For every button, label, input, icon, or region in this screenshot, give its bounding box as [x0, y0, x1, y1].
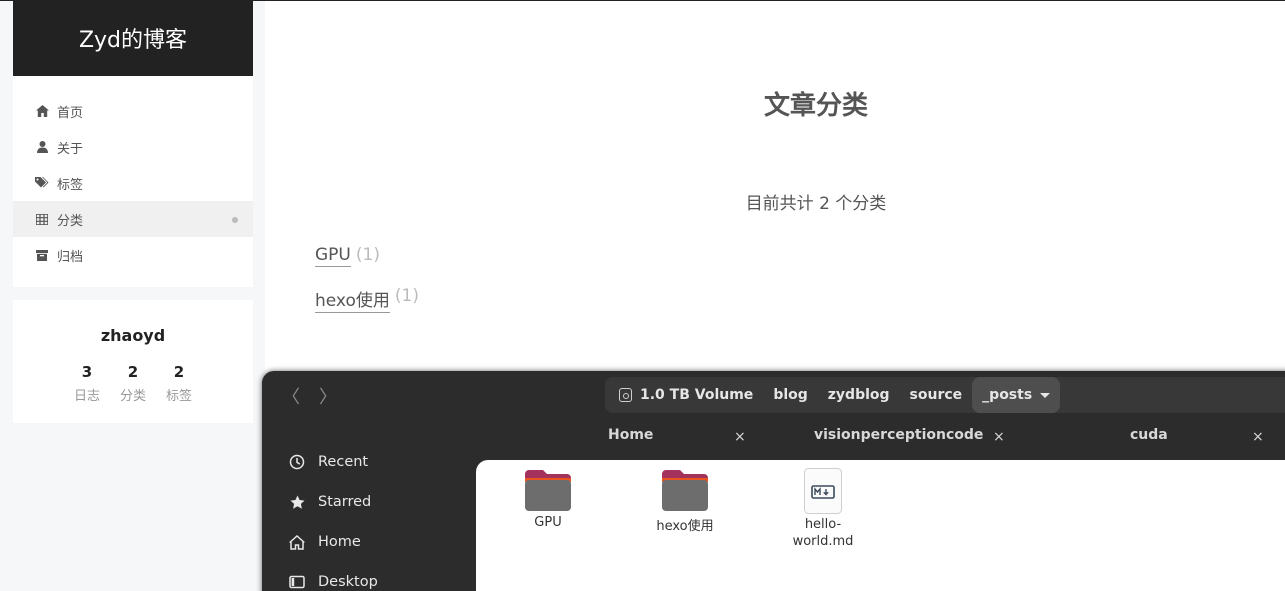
path-crumb-zydblog[interactable]: zydblog — [818, 377, 900, 413]
file-name: GPU — [534, 515, 562, 530]
stat-count: 3 — [81, 363, 93, 381]
user-icon — [35, 140, 49, 154]
menu-item-archives[interactable]: 归档 — [13, 237, 253, 273]
menu-label: 标签 — [57, 177, 84, 193]
category-link[interactable]: hexo使用 — [315, 286, 390, 313]
file-name: hello- world.md — [792, 517, 854, 549]
sidebar-item-home[interactable]: Home — [288, 531, 361, 553]
menu-label: 分类 — [57, 213, 84, 229]
crumb-label: 1.0 TB Volume — [640, 387, 754, 403]
menu-item-home[interactable]: 首页 — [13, 93, 253, 129]
stat-tags[interactable]: 2 标签 — [156, 363, 202, 404]
folder-icon — [661, 468, 709, 512]
path-crumb-blog[interactable]: blog — [763, 377, 817, 413]
close-icon[interactable]: × — [1252, 429, 1264, 445]
site-title[interactable]: Zyd的博客 — [13, 0, 253, 76]
markdown-file-icon — [804, 468, 842, 514]
sidebar-item-recent[interactable]: Recent — [288, 451, 368, 473]
back-button[interactable]: 〈 — [278, 383, 304, 409]
file-manager-window: 〈 〉 1.0 TB Volume blog zydblog source _p… — [262, 371, 1285, 591]
category-count: 目前共计 2 个分类 — [745, 194, 887, 214]
folder-icon — [524, 468, 572, 512]
category-link[interactable]: GPU — [315, 245, 351, 267]
category-count-badge: (1) — [394, 286, 419, 306]
menu-item-about[interactable]: 关于 — [13, 129, 253, 165]
forward-button[interactable]: 〉 — [315, 383, 341, 409]
category-list: GPU (1) hexo使用 (1) — [315, 245, 419, 327]
tab-home[interactable]: Home — [608, 427, 653, 451]
file-name: hexo使用 — [656, 519, 714, 534]
home-icon — [35, 104, 49, 118]
active-indicator — [232, 217, 238, 223]
tab-visionperceptioncode[interactable]: visionperceptioncode — [814, 427, 983, 451]
category-item: GPU (1) — [315, 245, 419, 286]
chevron-down-icon — [1040, 392, 1051, 398]
author-name: zhaoyd — [100, 326, 166, 345]
menu-item-categories[interactable]: 分类 — [13, 201, 253, 237]
path-bar: 1.0 TB Volume blog zydblog source _posts — [605, 377, 1285, 413]
tags-icon — [35, 176, 49, 190]
menu-label: 关于 — [57, 141, 84, 157]
sidebar-label: Desktop — [318, 574, 378, 590]
stat-count: 2 — [173, 363, 185, 381]
th-icon — [35, 212, 49, 226]
path-crumb-volume[interactable]: 1.0 TB Volume — [617, 377, 763, 413]
stat-posts[interactable]: 3 日志 — [64, 363, 110, 404]
file-item[interactable]: hello- world.md — [773, 468, 873, 550]
sidebar-label: Starred — [318, 494, 372, 510]
site-menu: 首页 关于 标签 分类 归档 — [13, 76, 253, 287]
stat-label: 标签 — [165, 389, 192, 404]
menu-item-tags[interactable]: 标签 — [13, 165, 253, 201]
stat-label: 分类 — [119, 389, 146, 404]
category-count-badge: (1) — [355, 245, 380, 265]
archive-icon — [35, 248, 49, 262]
stat-categories[interactable]: 2 分类 — [110, 363, 156, 404]
folder-item[interactable]: GPU — [498, 468, 598, 531]
drive-icon — [619, 388, 632, 402]
menu-label: 首页 — [57, 105, 84, 121]
author-panel: zhaoyd 3 日志 2 分类 2 标签 — [13, 300, 253, 423]
sidebar-label: Home — [318, 534, 361, 550]
page-title: 文章分类 — [763, 91, 868, 121]
file-view: GPU hexo使用 hello- world.md — [476, 460, 1285, 591]
close-icon[interactable]: × — [993, 429, 1005, 445]
star-icon — [288, 495, 306, 510]
menu-label: 归档 — [57, 249, 84, 265]
sidebar-label: Recent — [318, 454, 369, 470]
category-item: hexo使用 (1) — [315, 286, 419, 327]
path-crumb-posts[interactable]: _posts — [972, 377, 1061, 413]
stat-count: 2 — [127, 363, 139, 381]
tab-cuda[interactable]: cuda — [1130, 427, 1168, 451]
home-icon — [288, 534, 306, 550]
sidebar-item-desktop[interactable]: Desktop — [288, 571, 378, 591]
close-icon[interactable]: × — [734, 429, 746, 445]
site-stats: 3 日志 2 分类 2 标签 — [13, 363, 253, 404]
folder-item[interactable]: hexo使用 — [635, 468, 735, 535]
path-crumb-source[interactable]: source — [900, 377, 973, 413]
stat-label: 日志 — [73, 389, 100, 404]
crumb-label: _posts — [982, 387, 1033, 403]
sidebar-item-starred[interactable]: Starred — [288, 491, 371, 513]
desktop-icon — [288, 575, 306, 589]
clock-icon — [288, 454, 306, 470]
